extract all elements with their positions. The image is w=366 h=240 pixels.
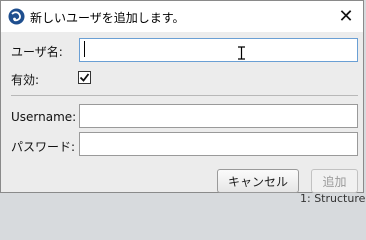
app-logo-icon xyxy=(8,8,25,25)
checkmark-icon xyxy=(79,73,90,82)
add-button[interactable]: 追加 xyxy=(311,169,358,193)
enabled-label: 有効: xyxy=(11,73,40,87)
dialog-title: 新しいユーザを追加します。 xyxy=(30,11,185,25)
password-label: パスワード: xyxy=(11,140,76,154)
username-label: Username: xyxy=(11,110,77,124)
text-caret xyxy=(84,41,85,57)
cancel-button[interactable]: キャンセル xyxy=(217,169,299,193)
password-input[interactable] xyxy=(79,132,358,156)
title-bar: 新しいユーザを追加します。 ✕ xyxy=(1,1,363,32)
separator xyxy=(11,95,358,96)
username-input[interactable] xyxy=(79,104,358,128)
close-button[interactable]: ✕ xyxy=(329,1,363,32)
enabled-checkbox[interactable] xyxy=(78,71,91,84)
add-user-dialog: 新しいユーザを追加します。 ✕ ユーザ名: 有効: Username: パスワー… xyxy=(0,0,364,193)
username-jp-label: ユーザ名: xyxy=(11,45,63,59)
background-window-text: 1: Structure xyxy=(300,192,366,205)
close-icon: ✕ xyxy=(338,6,354,27)
username-jp-input[interactable] xyxy=(79,38,358,62)
ibeam-cursor-icon xyxy=(238,46,245,60)
